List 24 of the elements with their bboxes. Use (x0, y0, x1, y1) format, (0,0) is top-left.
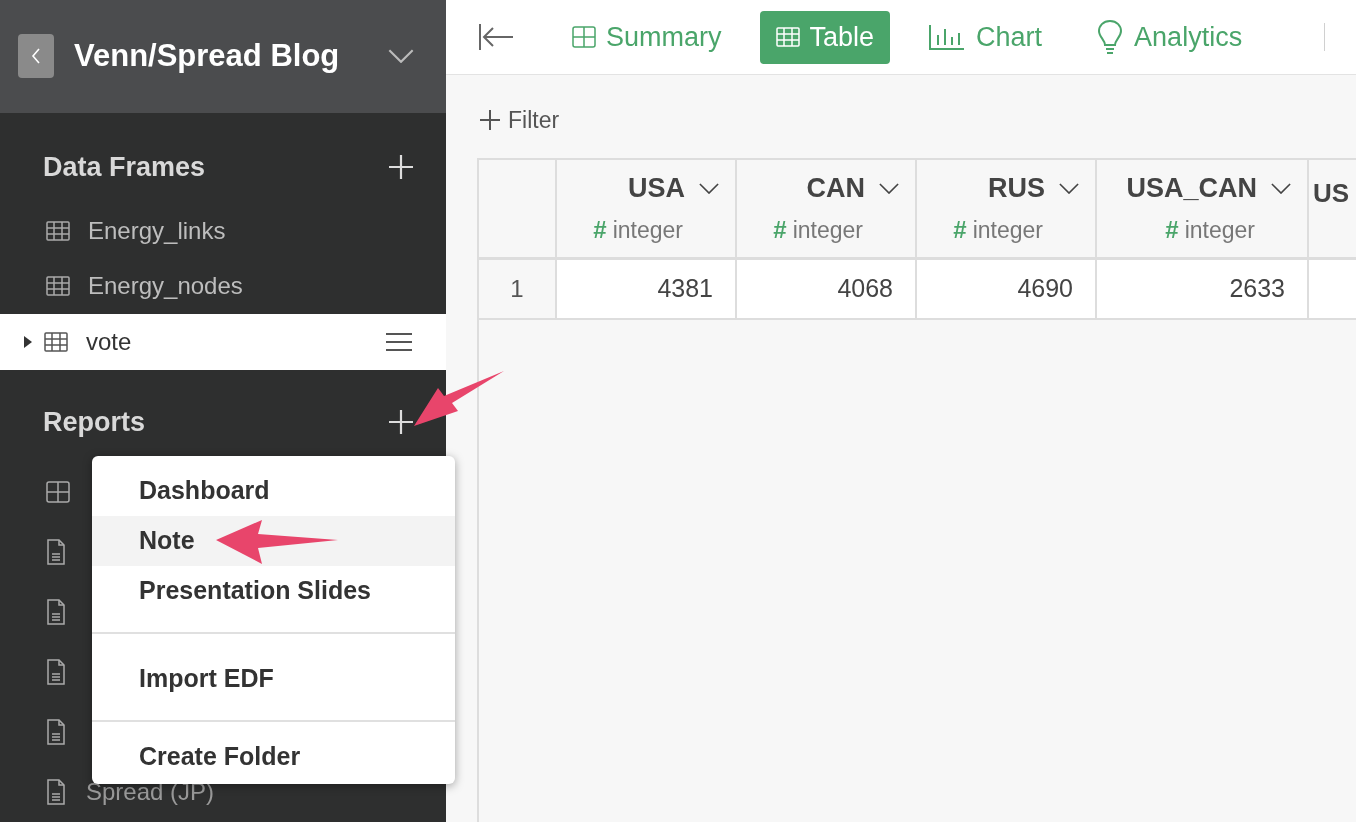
column-name: RUS (988, 171, 1045, 205)
table-cell: 2633 (1097, 259, 1309, 318)
data-frame-name: vote (86, 326, 133, 357)
column-type: integer (792, 216, 863, 245)
number-type-icon: # (593, 212, 607, 249)
number-type-icon: # (953, 212, 967, 249)
number-type-icon: # (773, 212, 787, 249)
section-title: Data Frames (43, 150, 206, 184)
data-frame-name: Energy_nodes (88, 271, 244, 302)
table-cell: 4381 (557, 259, 737, 318)
table-cell: 4068 (737, 259, 917, 318)
column-name: USA_CAN (1126, 171, 1257, 205)
column-type: integer (612, 216, 683, 245)
project-title: Venn/Spread Blog (74, 37, 341, 76)
number-type-icon: # (1165, 212, 1179, 249)
data-frame-name: Energy_links (88, 215, 227, 246)
column-type: integer (972, 216, 1043, 245)
column-name: USA (628, 171, 685, 205)
column-name: US (1313, 176, 1350, 210)
section-title: Reports (43, 405, 145, 439)
table-cell: 4690 (917, 259, 1097, 318)
column-name: CAN (806, 171, 865, 205)
column-type: integer (1184, 216, 1255, 245)
row-number: 1 (479, 259, 557, 318)
